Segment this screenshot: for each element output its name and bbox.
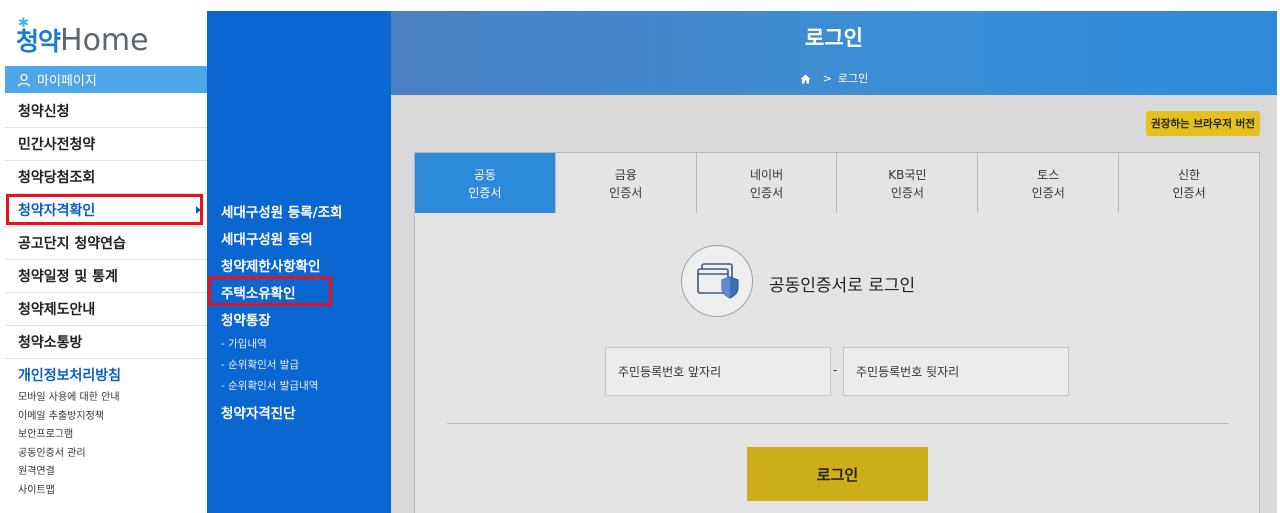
- menu-item-private-presubscription[interactable]: 민간사전청약: [5, 128, 207, 161]
- tab-naver-certificate[interactable]: 네이버 인증서: [696, 153, 838, 214]
- page-title: 로그인: [805, 26, 863, 50]
- menu-item-winning-lookup[interactable]: 청약당첨조회: [5, 161, 207, 194]
- submenu-savings-account[interactable]: 청약통장: [221, 309, 271, 329]
- menu-item-community[interactable]: 청약소통방: [5, 326, 207, 359]
- tab-line1: 금융: [614, 167, 637, 182]
- privacy-policy-link[interactable]: 개인정보처리방침: [18, 365, 121, 385]
- tab-line1: KB국민: [888, 167, 927, 182]
- tab-line2: 인증서: [1031, 185, 1065, 200]
- logo-star-icon: ✱: [18, 16, 29, 31]
- main-menu: 청약신청 민간사전청약 청약당첨조회 청약자격확인 공고단지 청약연습 청약일정…: [5, 95, 207, 359]
- submenu-join-history[interactable]: - 가입내역: [221, 336, 267, 351]
- menu-item-label: 민간사전청약: [18, 137, 96, 153]
- ssn-back-field[interactable]: 주민등록번호 뒷자리: [843, 347, 1069, 396]
- tab-line2: 인증서: [1172, 185, 1206, 200]
- breadcrumb: > 로그인: [391, 70, 1277, 86]
- menu-item-label: 공고단지 청약연습: [18, 236, 126, 252]
- submenu-household-register[interactable]: 세대구성원 등록/조회: [221, 201, 342, 221]
- submenu-panel: 세대구성원 등록/조회 세대구성원 동의 청약제한사항확인 주택소유확인 청약통…: [207, 11, 391, 513]
- ssn-front-field[interactable]: 주민등록번호 앞자리: [605, 347, 831, 396]
- mypage-label: 마이페이지: [37, 74, 97, 89]
- tab-line2: 인증서: [468, 185, 502, 200]
- menu-item-label: 청약당첨조회: [18, 170, 96, 186]
- link-sitemap[interactable]: 사이트맵: [18, 482, 120, 501]
- chevron-right-icon: >: [822, 72, 832, 85]
- left-sidebar: ✱ 청약 Home 마이페이지 청약신청 민간사전청약 청약당첨조회 청약자격확…: [0, 0, 207, 513]
- submenu-household-consent[interactable]: 세대구성원 동의: [221, 228, 313, 248]
- highlight-box: [208, 276, 332, 306]
- divider: [447, 423, 1229, 424]
- menu-item-label: 청약신청: [18, 104, 70, 120]
- menu-item-label: 청약일정 및 통계: [18, 269, 118, 285]
- link-security-program[interactable]: 보안프로그램: [18, 426, 120, 445]
- highlight-box: [6, 194, 203, 225]
- menu-item-label: 청약소통방: [18, 335, 83, 351]
- certificate-icon: [681, 245, 753, 317]
- mypage-link[interactable]: 마이페이지: [5, 66, 207, 93]
- tab-joint-certificate[interactable]: 공동 인증서: [414, 153, 556, 222]
- menu-item-label: 청약제도안내: [18, 302, 96, 318]
- breadcrumb-current: 로그인: [837, 72, 869, 85]
- ssn-separator: -: [833, 363, 838, 377]
- tab-kb-certificate[interactable]: KB국민 인증서: [837, 153, 979, 214]
- person-icon: [17, 73, 31, 87]
- tab-line2: 인증서: [890, 185, 924, 200]
- link-email-policy[interactable]: 이메일 추출방지정책: [18, 408, 120, 427]
- home-icon[interactable]: [800, 74, 811, 84]
- cert-login-heading: 공동인증서로 로그인: [769, 276, 916, 296]
- tab-line1: 공동: [473, 167, 496, 182]
- recommended-browser-button[interactable]: 권장하는 브라우저 버전: [1146, 111, 1260, 136]
- submenu-eligibility-diagnosis[interactable]: 청약자격진단: [221, 402, 296, 422]
- ssn-back-placeholder: 주민등록번호 뒷자리: [856, 365, 960, 379]
- cert-tabs: 공동 인증서 금융 인증서 네이버 인증서 KB국민 인증서 토스 인증서 신한…: [414, 152, 1260, 222]
- tab-line2: 인증서: [750, 185, 784, 200]
- submenu-rank-certificate-history[interactable]: - 순위확인서 발급내역: [221, 378, 318, 393]
- tab-line1: 토스: [1037, 167, 1060, 182]
- link-remote-connection[interactable]: 원격연결: [18, 463, 120, 482]
- tab-line1: 네이버: [750, 167, 784, 182]
- site-logo[interactable]: ✱ 청약 Home: [16, 16, 149, 58]
- menu-item-schedule-stats[interactable]: 청약일정 및 통계: [5, 260, 207, 293]
- link-mobile-guide[interactable]: 모바일 사용에 대한 안내: [18, 389, 120, 408]
- submenu-restriction-check[interactable]: 청약제한사항확인: [221, 255, 320, 275]
- logo-english: Home: [60, 23, 149, 58]
- menu-item-practice[interactable]: 공고단지 청약연습: [5, 227, 207, 260]
- login-button[interactable]: 로그인: [747, 447, 928, 501]
- tab-line1: 신한: [1178, 167, 1201, 182]
- ssn-front-placeholder: 주민등록번호 앞자리: [618, 365, 722, 379]
- tab-financial-certificate[interactable]: 금융 인증서: [555, 153, 697, 214]
- login-panel: 공동인증서로 로그인 주민등록번호 앞자리 - 주민등록번호 뒷자리 로그인: [414, 213, 1260, 513]
- submenu-rank-certificate[interactable]: - 순위확인서 발급: [221, 357, 299, 372]
- footer-links: 모바일 사용에 대한 안내 이메일 추출방지정책 보안프로그램 공동인증서 관리…: [18, 389, 120, 501]
- tab-toss-certificate[interactable]: 토스 인증서: [978, 153, 1120, 214]
- menu-item-system-guide[interactable]: 청약제도안내: [5, 293, 207, 326]
- menu-item-subscription-apply[interactable]: 청약신청: [5, 95, 207, 128]
- page-header: 로그인 > 로그인: [391, 11, 1277, 95]
- tab-line2: 인증서: [609, 185, 643, 200]
- link-certificate-management[interactable]: 공동인증서 관리: [18, 445, 120, 464]
- login-content: 권장하는 브라우저 버전 공동 인증서 금융 인증서 네이버 인증서 KB국민 …: [391, 95, 1277, 513]
- tab-shinhan-certificate[interactable]: 신한 인증서: [1119, 153, 1260, 214]
